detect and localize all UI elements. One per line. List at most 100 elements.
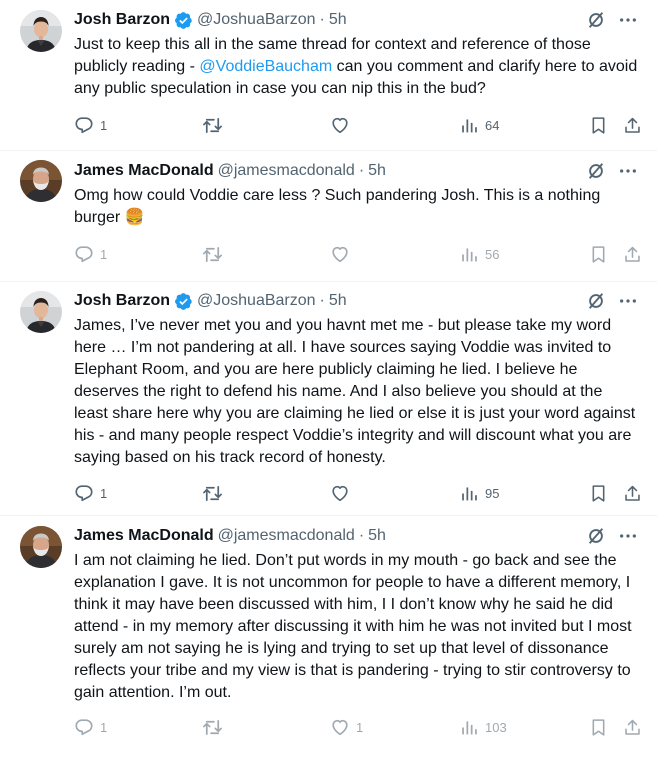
reply-button[interactable]: 1 (74, 716, 107, 738)
share-icon (623, 484, 642, 503)
like-button[interactable] (330, 482, 350, 504)
views-button[interactable]: 103 (460, 716, 507, 738)
like-icon (330, 244, 350, 264)
bookmark-icon (589, 484, 608, 503)
tweet-header: Josh Barzon @JoshuaBarzon · 5h (74, 290, 347, 312)
reply-icon (74, 717, 94, 737)
reply-icon (74, 244, 94, 264)
retweet-button[interactable] (202, 243, 223, 265)
views-icon (460, 245, 479, 264)
avatar[interactable] (20, 526, 62, 568)
tweet-header: James MacDonald @jamesmacdonald · 5h (74, 160, 386, 182)
timestamp[interactable]: 5h (368, 162, 386, 180)
more-icon[interactable] (617, 9, 639, 31)
separator-dot: · (358, 527, 365, 544)
separator-dot: · (358, 162, 365, 179)
timestamp[interactable]: 5h (329, 11, 347, 29)
tweet[interactable]: Josh Barzon @JoshuaBarzon · 5h James, I’… (0, 282, 657, 516)
tweet-text: I am not claiming he lied. Don’t put wor… (74, 552, 632, 701)
bookmark-button[interactable] (589, 716, 608, 738)
share-button[interactable] (623, 114, 642, 136)
retweet-icon (202, 483, 223, 504)
share-icon (623, 718, 642, 737)
grok-icon[interactable] (585, 290, 607, 312)
separator-dot: · (319, 292, 325, 309)
retweet-button[interactable] (202, 482, 223, 504)
share-button[interactable] (623, 716, 642, 738)
bookmark-button[interactable] (589, 243, 608, 265)
display-name[interactable]: James MacDonald (74, 527, 214, 545)
verified-badge-icon (174, 292, 193, 311)
reply-count: 1 (100, 117, 108, 133)
tweet[interactable]: Josh Barzon @JoshuaBarzon · 5h Just to k… (0, 0, 657, 151)
reply-icon (74, 483, 94, 503)
bookmark-button[interactable] (589, 114, 608, 136)
avatar[interactable] (20, 291, 62, 333)
user-handle[interactable]: @jamesmacdonald (218, 162, 355, 180)
reply-button[interactable]: 1 (74, 482, 107, 504)
mention-link[interactable]: @VoddieBaucham (199, 58, 332, 75)
avatar[interactable] (20, 10, 62, 52)
bookmark-icon (589, 718, 608, 737)
view-count: 103 (485, 719, 507, 735)
avatar[interactable] (20, 160, 62, 202)
views-button[interactable]: 64 (460, 114, 499, 136)
share-button[interactable] (623, 243, 642, 265)
bookmark-icon (589, 245, 608, 264)
tweet-actions: 1 1 103 (74, 716, 648, 738)
like-button[interactable] (330, 114, 350, 136)
user-handle[interactable]: @JoshuaBarzon (197, 11, 316, 29)
retweet-icon (202, 717, 223, 738)
view-count: 95 (485, 485, 500, 501)
timestamp[interactable]: 5h (368, 527, 386, 545)
tweet-actions: 1 64 (74, 114, 648, 136)
view-count: 64 (485, 117, 500, 133)
display-name[interactable]: Josh Barzon (74, 292, 170, 310)
tweet-header: James MacDonald @jamesmacdonald · 5h (74, 525, 386, 547)
views-button[interactable]: 95 (460, 482, 499, 504)
display-name[interactable]: Josh Barzon (74, 11, 170, 29)
timestamp[interactable]: 5h (329, 292, 347, 310)
avatar-image (20, 10, 62, 52)
tweet[interactable]: James MacDonald @jamesmacdonald · 5h Omg… (0, 151, 657, 282)
user-handle[interactable]: @JoshuaBarzon (197, 292, 316, 310)
reply-button[interactable]: 1 (74, 243, 107, 265)
bookmark-button[interactable] (589, 482, 608, 504)
reply-icon (74, 115, 94, 135)
like-icon (330, 717, 350, 737)
tweet-text: Just to keep this all in the same thread… (74, 34, 640, 100)
tweet-text: James, I’ve never met you and you havnt … (74, 317, 636, 466)
tweet-text: Omg how could Voddie care less ? Such pa… (74, 187, 601, 226)
display-name[interactable]: James MacDonald (74, 162, 214, 180)
user-handle[interactable]: @jamesmacdonald (218, 527, 355, 545)
avatar-image (20, 526, 62, 568)
views-button[interactable]: 56 (460, 243, 499, 265)
more-icon[interactable] (617, 290, 639, 312)
tweet-header: Josh Barzon @JoshuaBarzon · 5h (74, 9, 347, 31)
grok-icon[interactable] (585, 9, 607, 31)
avatar-image (20, 291, 62, 333)
like-icon (330, 115, 350, 135)
retweet-button[interactable] (202, 716, 223, 738)
retweet-icon (202, 244, 223, 265)
reply-count: 1 (100, 719, 108, 735)
more-icon[interactable] (617, 160, 639, 182)
share-icon (623, 245, 642, 264)
reply-count: 1 (100, 246, 108, 262)
views-icon (460, 484, 479, 503)
views-icon (460, 116, 479, 135)
tweet[interactable]: James MacDonald @jamesmacdonald · 5h I a… (0, 516, 657, 761)
more-icon[interactable] (617, 525, 639, 547)
like-button[interactable] (330, 243, 350, 265)
retweet-button[interactable] (202, 114, 223, 136)
retweet-icon (202, 115, 223, 136)
like-button[interactable]: 1 (330, 716, 363, 738)
reply-button[interactable]: 1 (74, 114, 107, 136)
view-count: 56 (485, 246, 500, 262)
bookmark-icon (589, 116, 608, 135)
views-icon (460, 718, 479, 737)
share-button[interactable] (623, 482, 642, 504)
grok-icon[interactable] (585, 160, 607, 182)
like-icon (330, 483, 350, 503)
grok-icon[interactable] (585, 525, 607, 547)
